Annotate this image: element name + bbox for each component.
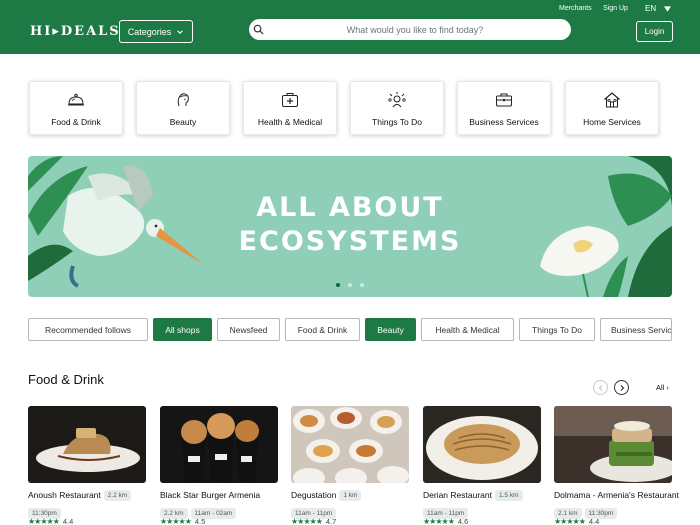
shop-card[interactable]: Black Star Burger Armenia 2.2 km 11am - 0… (160, 406, 278, 525)
carousel-dot[interactable] (348, 283, 352, 287)
chevron-left-icon (598, 384, 602, 391)
categories-button[interactable]: Categories (119, 20, 193, 43)
shop-image (554, 406, 672, 483)
shop-name: Dolmama - Armenia's Restaurant (554, 490, 679, 500)
shop-image (28, 406, 146, 483)
search-icon[interactable] (253, 24, 264, 35)
categories-button-label: Categories (127, 26, 172, 37)
distance-badge: 2.2 km (103, 490, 132, 501)
shop-card[interactable]: Derian Restaurant 1.5 km 11am - 11pm ★★★★… (423, 406, 541, 525)
banner-title-line2: ECOSYSTEMS (238, 226, 462, 257)
search-bar (249, 19, 571, 40)
language-label: EN (645, 4, 657, 13)
category-card-things-to-do[interactable]: Things To Do (350, 81, 444, 135)
category-card-business-services[interactable]: Business Services (457, 81, 551, 135)
logo[interactable]: HI▸DEALS (30, 24, 121, 39)
tab-things-to-do[interactable]: Things To Do (519, 318, 595, 341)
distance-badge: 1.5 km (494, 490, 523, 501)
shop-rating: ★★★★★ 4.4 (28, 517, 73, 525)
shop-rating: ★★★★★ 4.5 (160, 517, 205, 525)
tab-food-drink[interactable]: Food & Drink (285, 318, 360, 341)
scroll-left-button[interactable] (593, 380, 608, 395)
category-label: Food & Drink (51, 117, 101, 127)
shop-image (160, 406, 278, 483)
tab-recommended-follows[interactable]: Recommended follows (28, 318, 148, 341)
category-card-food-drink[interactable]: Food & Drink (29, 81, 123, 135)
food-photo-appetizers (291, 406, 409, 483)
shop-rating: ★★★★★ 4.7 (291, 517, 336, 525)
category-label: Things To Do (372, 117, 422, 127)
shop-image (423, 406, 541, 483)
activities-icon (388, 92, 406, 108)
caret-down-icon (664, 5, 672, 12)
category-card-health-medical[interactable]: Health & Medical (243, 81, 337, 135)
star-rating-icon: ★★★★★ (291, 517, 323, 525)
section-title: Food & Drink (28, 372, 104, 387)
scroll-right-button[interactable] (614, 380, 629, 395)
rating-value: 4.4 (62, 517, 74, 525)
view-all-link[interactable]: All › (656, 383, 669, 392)
category-label: Beauty (169, 117, 197, 127)
chevron-down-icon (177, 29, 184, 34)
cloche-icon (68, 93, 84, 106)
shop-name: Degustation (291, 490, 337, 500)
food-photo-dessert (28, 406, 146, 483)
shop-rating: ★★★★★ 4.4 (554, 517, 599, 525)
shop-name: Black Star Burger Armenia (160, 490, 261, 500)
carousel-dot[interactable] (360, 283, 364, 287)
star-rating-icon: ★★★★★ (554, 517, 586, 525)
language-selector[interactable]: EN (645, 4, 672, 13)
shop-name: Derian Restaurant (423, 490, 492, 500)
shop-image (291, 406, 409, 483)
chevron-right-icon (620, 384, 624, 391)
medkit-icon (282, 93, 298, 107)
shop-name-row: Degustation 1 km (291, 490, 362, 501)
shop-card[interactable]: Anoush Restaurant 2.2 km 11:30pm ★★★★★ 4.4 (28, 406, 146, 525)
login-button[interactable]: Login (636, 21, 673, 42)
shop-name: Anoush Restaurant (28, 490, 101, 500)
star-rating-icon: ★★★★★ (423, 517, 455, 525)
shop-card[interactable]: Degustation 1 km 11am - 11pm ★★★★★ 4.7 (291, 406, 409, 525)
rating-value: 4.4 (588, 517, 600, 525)
face-icon (177, 93, 189, 107)
tab-business-services[interactable]: Business Servic (600, 318, 672, 341)
tab-all-shops[interactable]: All shops (153, 318, 212, 341)
shop-rating: ★★★★★ 4.6 (423, 517, 468, 525)
tab-newsfeed[interactable]: Newsfeed (217, 318, 280, 341)
category-label: Home Services (583, 117, 641, 127)
food-photo-dolma (554, 406, 672, 483)
top-header: HI▸DEALS Categories Merchants Sign Up EN… (0, 0, 700, 54)
rating-value: 4.5 (194, 517, 206, 525)
shop-name-row: Anoush Restaurant 2.2 km (28, 490, 132, 501)
category-label: Health & Medical (257, 117, 323, 127)
shop-card[interactable]: Dolmama - Armenia's Restaurant 2.1 km 11:… (554, 406, 679, 525)
tab-health-medical[interactable]: Health & Medical (421, 318, 514, 341)
house-icon (604, 92, 620, 108)
category-card-beauty[interactable]: Beauty (136, 81, 230, 135)
rating-value: 4.6 (457, 517, 469, 525)
promo-banner[interactable]: ALL ABOUT ECOSYSTEMS (28, 156, 672, 297)
briefcase-icon (496, 93, 512, 107)
shop-name-row: Dolmama - Armenia's Restaurant (554, 490, 679, 500)
rating-value: 4.7 (325, 517, 337, 525)
shop-name-row: Black Star Burger Armenia (160, 490, 260, 500)
signup-link[interactable]: Sign Up (603, 5, 628, 12)
banner-title-line1: ALL ABOUT (256, 192, 444, 223)
category-label: Business Services (469, 117, 539, 127)
category-card-home-services[interactable]: Home Services (565, 81, 659, 135)
carousel-dot[interactable] (336, 283, 340, 287)
shop-name-row: Derian Restaurant 1.5 km (423, 490, 523, 501)
star-rating-icon: ★★★★★ (160, 517, 192, 525)
merchants-link[interactable]: Merchants (559, 5, 592, 12)
food-photo-burger (160, 406, 278, 483)
tab-beauty[interactable]: Beauty (365, 318, 416, 341)
star-rating-icon: ★★★★★ (28, 517, 60, 525)
distance-badge: 1 km (339, 490, 362, 501)
search-input[interactable] (249, 19, 571, 40)
food-photo-khachapuri (423, 406, 541, 483)
